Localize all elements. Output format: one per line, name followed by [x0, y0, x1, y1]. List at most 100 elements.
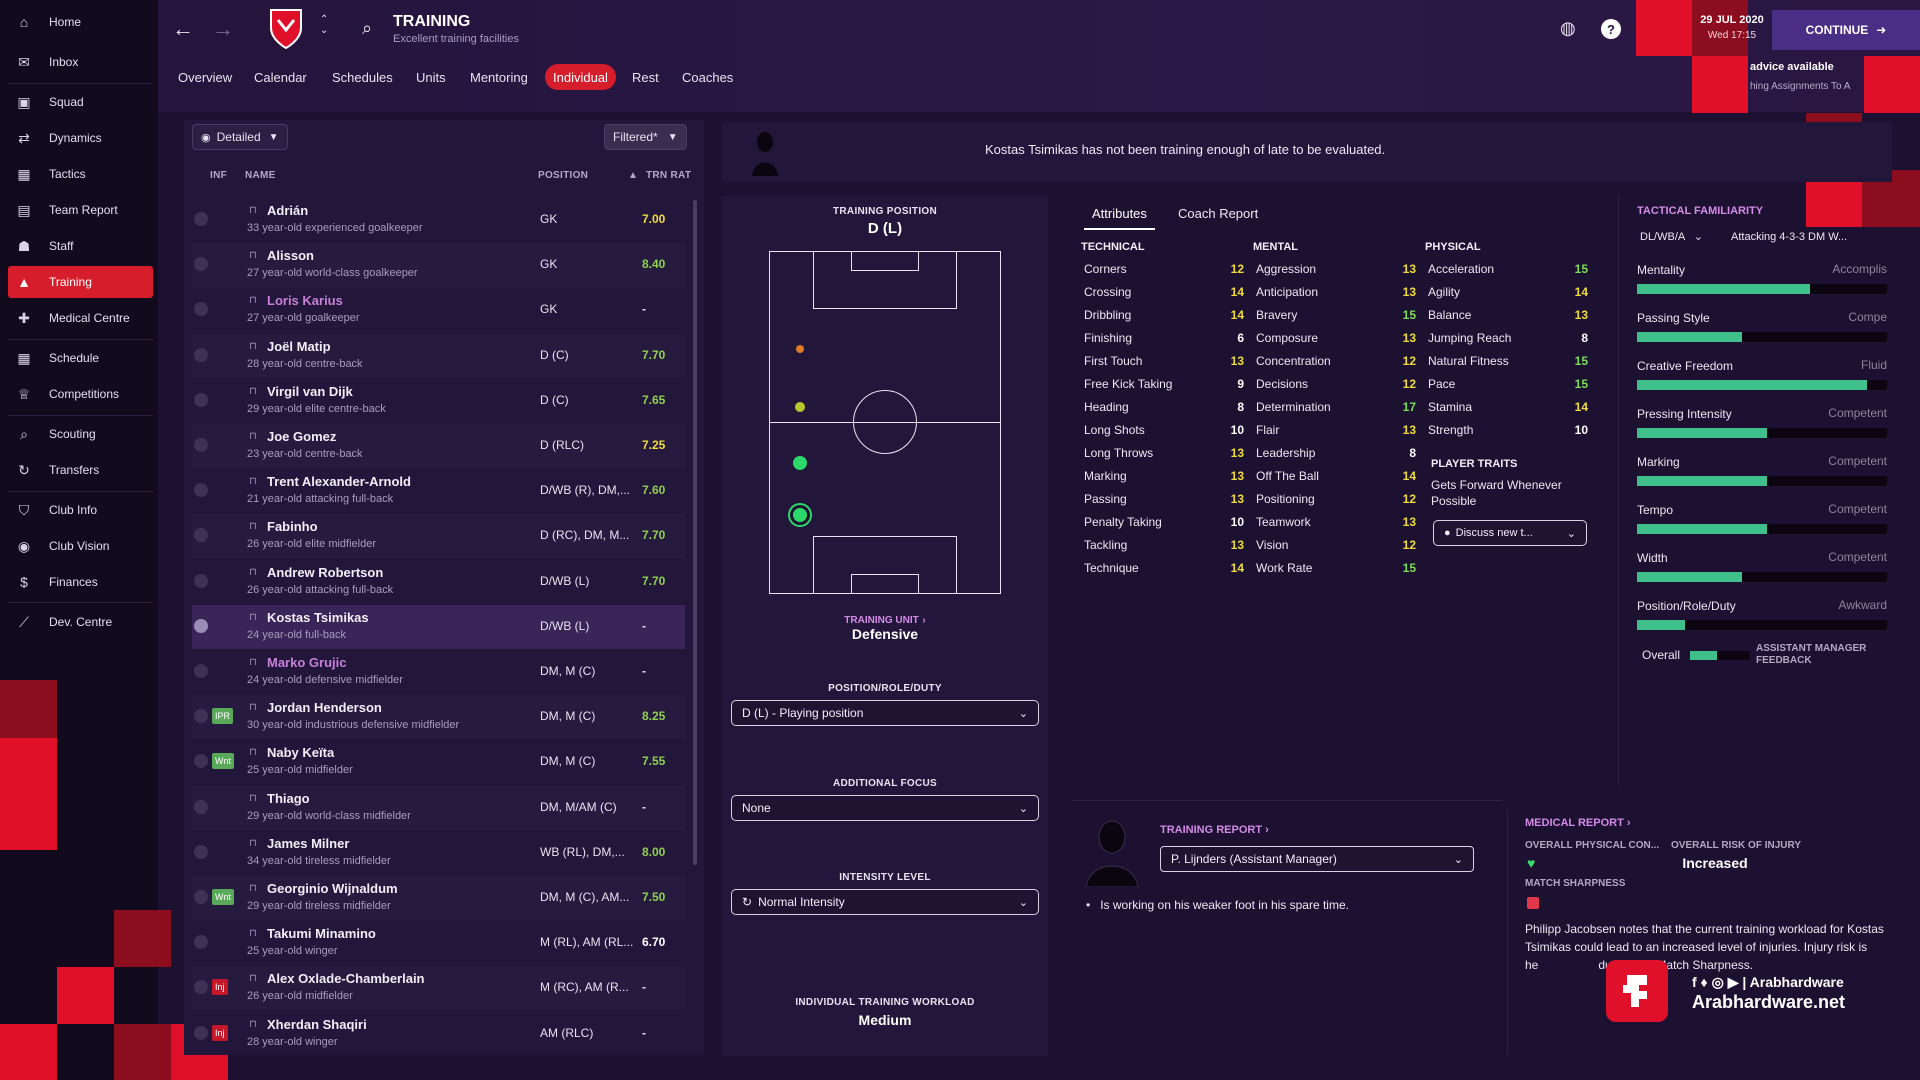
- select-checkbox[interactable]: [194, 483, 208, 498]
- player-name[interactable]: Joe Gomez: [267, 429, 336, 444]
- training-unit-link[interactable]: TRAINING UNIT ›: [722, 611, 1048, 626]
- training-report-link[interactable]: TRAINING REPORT ›: [1160, 824, 1269, 836]
- sidebar-item-competitions[interactable]: ♕ Competitions: [8, 378, 153, 410]
- select-checkbox[interactable]: [194, 528, 208, 543]
- player-name[interactable]: Andrew Robertson: [267, 565, 383, 580]
- tab-individual[interactable]: Individual: [545, 64, 616, 90]
- info-badge[interactable]: Wnt: [212, 753, 235, 770]
- sidebar-item-tactics[interactable]: ▦ Tactics: [8, 158, 153, 190]
- sidebar-item-team-report[interactable]: ▤ Team Report: [8, 194, 153, 226]
- assistant-feedback-link[interactable]: ASSISTANT MANAGER FEEDBACK: [1756, 643, 1886, 667]
- player-row[interactable]: ⊓ Virgil van Dijk 29 year-old elite cent…: [192, 379, 685, 423]
- select-checkbox[interactable]: [194, 573, 208, 588]
- sidebar-item-medical-centre[interactable]: ✚ Medical Centre: [8, 302, 153, 334]
- sidebar-item-scouting[interactable]: ⌕ Scouting: [8, 418, 153, 450]
- select-checkbox[interactable]: [194, 212, 208, 226]
- tab-mentoring[interactable]: Mentoring: [462, 64, 536, 90]
- tab-coaches[interactable]: Coaches: [674, 64, 741, 90]
- select-checkbox[interactable]: [194, 935, 208, 950]
- player-row[interactable]: Inj ⊓ Alex Oxlade-Chamberlain 26 year-ol…: [192, 966, 685, 1011]
- search-icon[interactable]: ⌕: [362, 18, 372, 39]
- player-name[interactable]: Adrián: [267, 203, 308, 218]
- coach-select-dropdown[interactable]: P. Lijnders (Assistant Manager) ⌄: [1160, 846, 1474, 872]
- player-row[interactable]: ⊓ Kostas Tsimikas 24 year-old full-back …: [192, 604, 685, 649]
- player-name[interactable]: Fabinho: [267, 519, 318, 534]
- player-name[interactable]: Joël Matip: [267, 339, 331, 354]
- col-header-inf[interactable]: INF: [210, 170, 227, 181]
- select-checkbox[interactable]: [194, 709, 208, 724]
- advice-title[interactable]: advice available: [1750, 61, 1834, 73]
- info-badge[interactable]: IPR: [212, 708, 234, 725]
- globe-icon[interactable]: ◍: [1560, 18, 1576, 39]
- sort-arrow-icon[interactable]: ▲: [628, 170, 638, 181]
- select-checkbox[interactable]: [194, 844, 208, 859]
- player-row[interactable]: ⊓ Takumi Minamino 25 year-old winger M (…: [192, 921, 685, 965]
- player-row[interactable]: ⊓ Joël Matip 28 year-old centre-back D (…: [192, 333, 685, 378]
- select-checkbox[interactable]: [194, 799, 208, 814]
- col-header-rating[interactable]: TRN RAT: [646, 170, 691, 181]
- continue-button[interactable]: CONTINUE ➜: [1772, 10, 1920, 50]
- sidebar-item-schedule[interactable]: ▦ Schedule: [8, 342, 153, 374]
- player-name[interactable]: Takumi Minamino: [267, 926, 376, 941]
- tab-rest[interactable]: Rest: [624, 64, 667, 90]
- player-row[interactable]: ⊓ Joe Gomez 23 year-old centre-back D (R…: [192, 424, 685, 468]
- select-checkbox[interactable]: [194, 754, 208, 769]
- role-select[interactable]: DL/WB/A ⌄: [1640, 230, 1703, 243]
- select-checkbox[interactable]: [194, 438, 208, 452]
- select-checkbox[interactable]: [194, 664, 208, 678]
- discuss-trait-dropdown[interactable]: ● Discuss new t... ⌄: [1433, 520, 1587, 546]
- player-row[interactable]: ⊓ Andrew Robertson 26 year-old attacking…: [192, 560, 685, 604]
- player-row[interactable]: ⊓ Trent Alexander-Arnold 21 year-old att…: [192, 469, 685, 513]
- back-arrow-icon[interactable]: ←: [172, 16, 194, 42]
- player-row[interactable]: ⊓ Adrián 33 year-old experienced goalkee…: [192, 198, 685, 242]
- sidebar-item-finances[interactable]: $ Finances: [8, 566, 153, 598]
- info-badge[interactable]: Inj: [212, 979, 228, 996]
- tab-schedules[interactable]: Schedules: [324, 64, 401, 90]
- sidebar-item-club-info[interactable]: ⛉ Club Info: [8, 494, 153, 526]
- player-name[interactable]: Xherdan Shaqiri: [267, 1017, 367, 1032]
- sidebar-item-home[interactable]: ⌂ Home: [8, 6, 153, 38]
- player-row[interactable]: ⊓ Alisson 27 year-old world-class goalke…: [192, 243, 685, 288]
- view-selector[interactable]: ◉ Detailed ▼: [192, 124, 288, 150]
- sidebar-item-squad[interactable]: ▣ Squad: [8, 86, 153, 118]
- player-name[interactable]: Virgil van Dijk: [267, 384, 353, 399]
- player-name[interactable]: Loris Karius: [267, 293, 343, 308]
- player-row[interactable]: ⊓ Thiago 29 year-old world-class midfiel…: [192, 785, 685, 830]
- player-name[interactable]: Alex Oxlade-Chamberlain: [267, 971, 425, 986]
- player-name[interactable]: Jordan Henderson: [267, 700, 382, 715]
- help-icon[interactable]: ?: [1601, 19, 1621, 39]
- select-checkbox[interactable]: [194, 302, 208, 317]
- select-checkbox[interactable]: [194, 618, 208, 633]
- player-row[interactable]: ⊓ Loris Karius 27 year-old goalkeeper GK…: [192, 288, 685, 332]
- medical-report-link[interactable]: MEDICAL REPORT ›: [1525, 817, 1631, 829]
- info-badge[interactable]: Inj: [212, 1024, 228, 1041]
- list-scrollbar[interactable]: [693, 200, 697, 865]
- prd-dropdown[interactable]: D (L) - Playing position ⌄: [731, 700, 1039, 726]
- player-name[interactable]: James Milner: [267, 836, 349, 851]
- player-name[interactable]: Trent Alexander-Arnold: [267, 474, 411, 489]
- filter-selector[interactable]: Filtered* ▼: [604, 124, 687, 150]
- player-name[interactable]: Alisson: [267, 248, 314, 263]
- sidebar-item-club-vision[interactable]: ◉ Club Vision: [8, 530, 153, 562]
- sidebar-item-training[interactable]: ▲ Training: [8, 266, 153, 298]
- intensity-dropdown[interactable]: ↻ Normal Intensity ⌄: [731, 889, 1039, 915]
- pitch-diagram[interactable]: [769, 251, 1001, 594]
- col-header-position[interactable]: POSITION: [538, 170, 588, 181]
- sidebar-item-dev-centre[interactable]: ⟋ Dev. Centre: [8, 606, 153, 638]
- player-name[interactable]: Georginio Wijnaldum: [267, 881, 398, 896]
- club-switch-icon[interactable]: ⌃ ⌄: [320, 14, 328, 36]
- tab-overview[interactable]: Overview: [170, 64, 240, 90]
- tab-calendar[interactable]: Calendar: [246, 64, 315, 90]
- player-row[interactable]: ⊓ Marko Grujic 24 year-old defensive mid…: [192, 650, 685, 694]
- player-name[interactable]: Naby Keïta: [267, 745, 334, 760]
- sidebar-item-staff[interactable]: ☗ Staff: [8, 230, 153, 262]
- sidebar-item-transfers[interactable]: ↻ Transfers: [8, 454, 153, 486]
- player-row[interactable]: ⊓ James Milner 34 year-old tireless midf…: [192, 831, 685, 875]
- sidebar-item-dynamics[interactable]: ⇄ Dynamics: [8, 122, 153, 154]
- player-row[interactable]: Inj ⊓ Xherdan Shaqiri 28 year-old winger…: [192, 1012, 685, 1056]
- player-row[interactable]: IPR ⊓ Jordan Henderson 30 year-old indus…: [192, 695, 685, 740]
- col-header-name[interactable]: NAME: [245, 170, 276, 181]
- player-row[interactable]: ⊓ Fabinho 26 year-old elite midfielder D…: [192, 514, 685, 559]
- select-checkbox[interactable]: [194, 392, 208, 407]
- select-checkbox[interactable]: [194, 1025, 208, 1040]
